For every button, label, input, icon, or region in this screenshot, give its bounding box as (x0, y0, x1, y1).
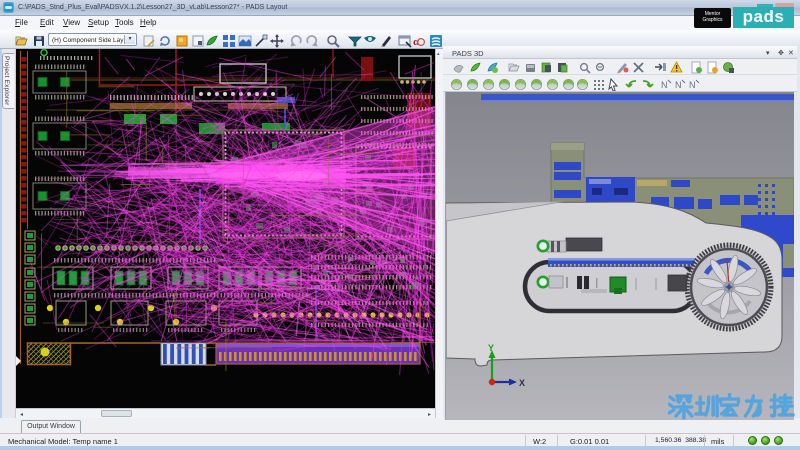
svg-text:α: α (413, 36, 420, 48)
svg-text:N: N (675, 80, 682, 90)
svg-text:N: N (661, 80, 668, 90)
svg-text:N: N (689, 80, 696, 90)
svg-text:X: X (519, 378, 525, 388)
svg-text:Y: Y (488, 343, 494, 353)
